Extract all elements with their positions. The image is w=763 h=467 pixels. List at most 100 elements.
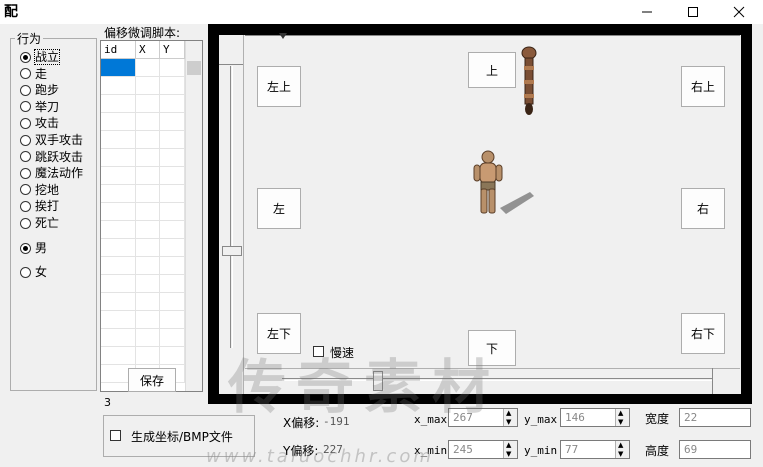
action-radio-9[interactable]: 挨打 (20, 198, 59, 214)
gender-female-radio[interactable]: 女 (20, 264, 47, 280)
table-cell[interactable] (160, 185, 185, 203)
column-header-y[interactable]: Y (160, 41, 185, 59)
table-cell[interactable] (160, 221, 185, 239)
maximize-button[interactable] (670, 0, 716, 24)
table-cell[interactable] (136, 77, 160, 95)
action-radio-5[interactable]: 双手攻击 (20, 132, 83, 148)
action-label: 挨打 (35, 199, 60, 214)
action-label: 走 (35, 66, 48, 81)
table-cell[interactable] (136, 59, 160, 77)
table-cell[interactable] (101, 113, 136, 131)
table-cell[interactable] (160, 347, 185, 365)
table-cell[interactable] (136, 149, 160, 167)
top-slider-thumb[interactable] (279, 33, 287, 39)
table-cell[interactable] (136, 239, 160, 257)
top-slider-track[interactable] (245, 35, 740, 36)
table-cell[interactable] (160, 275, 185, 293)
table-cell[interactable] (101, 221, 136, 239)
table-cell[interactable] (101, 149, 136, 167)
height-field[interactable]: 69 (679, 440, 751, 459)
table-cell[interactable] (101, 347, 136, 365)
radio-indicator (20, 151, 31, 163)
radio-indicator (20, 68, 31, 80)
action-radio-2[interactable]: 跑步 (20, 82, 59, 98)
save-button[interactable]: 保存 (128, 368, 176, 392)
table-cell[interactable] (160, 311, 185, 329)
action-radio-7[interactable]: 魔法动作 (20, 165, 83, 181)
right-button[interactable]: 右 (681, 188, 725, 229)
table-cell[interactable] (136, 221, 160, 239)
table-cell[interactable] (136, 293, 160, 311)
table-cell[interactable] (101, 167, 136, 185)
table-cell[interactable] (101, 59, 136, 77)
generate-checkbox[interactable] (110, 430, 121, 441)
column-header-x[interactable]: X (136, 41, 160, 59)
table-cell[interactable] (160, 239, 185, 257)
table-cell[interactable] (101, 239, 136, 257)
table-scrollbar[interactable] (185, 41, 202, 391)
up-button[interactable]: 上 (468, 52, 516, 88)
table-cell[interactable] (101, 311, 136, 329)
action-radio-0[interactable]: 战立 (20, 49, 61, 65)
y-min-spinner[interactable]: 77 ▲ ▼ (560, 440, 630, 459)
table-cell[interactable] (136, 275, 160, 293)
table-cell[interactable] (160, 113, 185, 131)
table-cell[interactable] (136, 113, 160, 131)
table-cell[interactable] (101, 275, 136, 293)
y-max-spinner[interactable]: 146 ▲ ▼ (560, 408, 630, 427)
table-cell[interactable] (160, 257, 185, 275)
table-cell[interactable] (160, 293, 185, 311)
x-min-arrows[interactable]: ▲ ▼ (503, 441, 517, 458)
table-cell[interactable] (101, 95, 136, 113)
table-cell[interactable] (101, 203, 136, 221)
table-cell[interactable] (136, 167, 160, 185)
table-cell[interactable] (160, 167, 185, 185)
column-header-id[interactable]: id (101, 41, 136, 59)
x-min-spinner[interactable]: 245 ▲ ▼ (448, 440, 518, 459)
close-button[interactable] (716, 0, 762, 24)
table-cell[interactable] (160, 59, 185, 77)
up-right-button[interactable]: 右上 (681, 66, 725, 107)
action-radio-4[interactable]: 攻击 (20, 115, 59, 131)
action-radio-8[interactable]: 挖地 (20, 182, 59, 198)
left-button[interactable]: 左 (257, 188, 301, 229)
left-slider-track[interactable] (230, 66, 233, 348)
table-cell[interactable] (136, 311, 160, 329)
table-cell[interactable] (101, 185, 136, 203)
table-cell[interactable] (136, 185, 160, 203)
x-max-arrows[interactable]: ▲ ▼ (503, 409, 517, 426)
table-cell[interactable] (160, 95, 185, 113)
action-radio-3[interactable]: 举刀 (20, 99, 59, 115)
table-cell[interactable] (160, 149, 185, 167)
table-cell[interactable] (136, 257, 160, 275)
minimize-button[interactable] (624, 0, 670, 24)
script-table[interactable]: id X Y (100, 40, 203, 392)
scroll-thumb[interactable] (187, 61, 201, 75)
table-cell[interactable] (136, 347, 160, 365)
gender-male-radio[interactable]: 男 (20, 240, 47, 256)
action-radio-10[interactable]: 死亡 (20, 215, 59, 231)
maximize-icon (688, 7, 698, 17)
y-min-arrows[interactable]: ▲ ▼ (615, 441, 629, 458)
y-max-arrows[interactable]: ▲ ▼ (615, 409, 629, 426)
table-cell[interactable] (101, 77, 136, 95)
table-cell[interactable] (160, 131, 185, 149)
left-slider-thumb[interactable] (222, 246, 242, 256)
table-cell[interactable] (136, 203, 160, 221)
down-right-button[interactable]: 右下 (681, 313, 725, 354)
table-cell[interactable] (136, 95, 160, 113)
width-field[interactable]: 22 (679, 408, 751, 427)
table-cell[interactable] (101, 131, 136, 149)
action-radio-6[interactable]: 跳跃攻击 (20, 149, 83, 165)
table-cell[interactable] (101, 329, 136, 347)
action-radio-1[interactable]: 走 (20, 66, 47, 82)
table-cell[interactable] (101, 257, 136, 275)
table-cell[interactable] (136, 329, 160, 347)
table-cell[interactable] (160, 77, 185, 95)
up-left-button[interactable]: 左上 (257, 66, 301, 107)
table-cell[interactable] (160, 203, 185, 221)
generate-checkbox-label[interactable]: 生成坐标/BMP文件 (131, 428, 233, 445)
table-cell[interactable] (136, 131, 160, 149)
table-cell[interactable] (160, 329, 185, 347)
table-cell[interactable] (101, 293, 136, 311)
